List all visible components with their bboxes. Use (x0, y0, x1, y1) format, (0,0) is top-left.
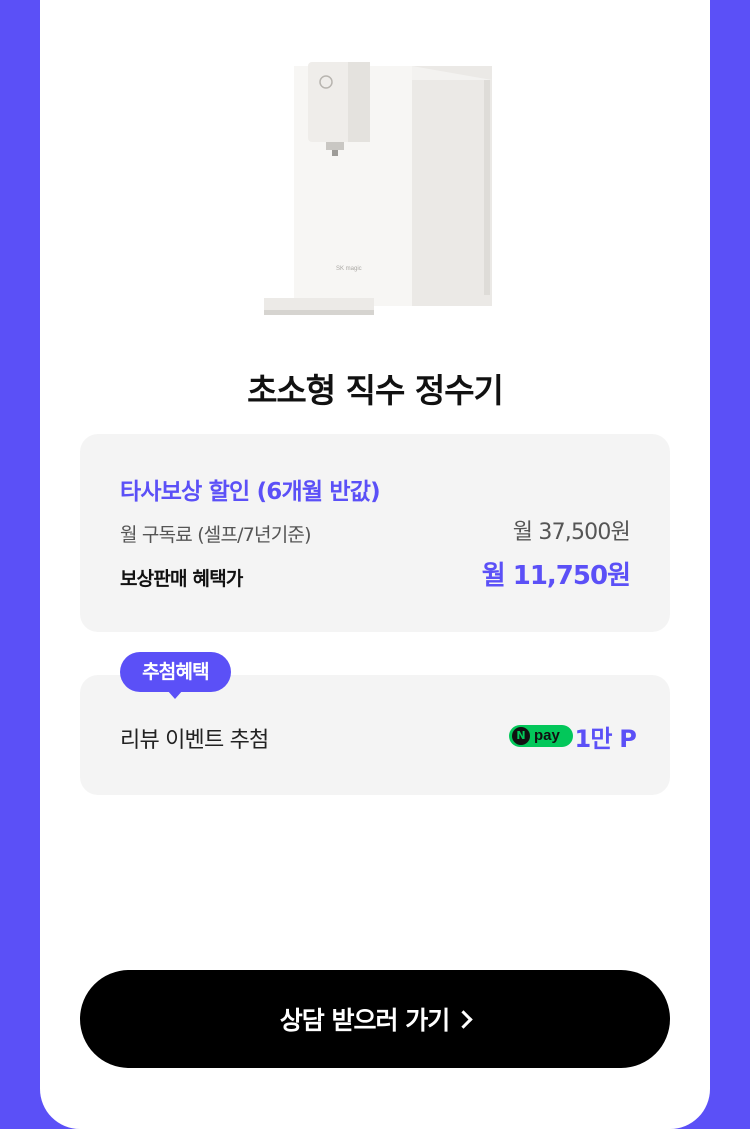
consultation-button-label: 상담 받으러 가기 (279, 1006, 450, 1035)
product-card: SK magic 초소형 직수 정수기 타사보상 할인 (6개월 반값) 월 구… (40, 0, 710, 1129)
consultation-button[interactable]: 상담 받으러 가기 (80, 970, 670, 1068)
water-purifier-image: SK magic (264, 62, 492, 315)
trade-in-discount-box: 타사보상 할인 (6개월 반값) 월 구독료 (셀프/7년기준) 월 37,50… (80, 434, 670, 632)
npay-logo: N pay (509, 725, 573, 747)
points-reward: 1만 P (574, 725, 636, 753)
monthly-fee-label: 월 구독료 (셀프/7년기준) (120, 524, 312, 546)
monthly-fee-price: 월 37,500원 (512, 520, 631, 545)
badge-pointer (167, 690, 183, 699)
trade-in-heading: 타사보상 할인 (6개월 반값) (120, 479, 381, 505)
npay-n-icon: N (512, 727, 530, 745)
product-title: 초소형 직수 정수기 (247, 371, 504, 410)
review-event-label: 리뷰 이벤트 추첨 (120, 728, 269, 753)
raffle-benefit-badge: 추첨혜택 (120, 652, 231, 692)
chevron-right-icon (454, 1009, 473, 1029)
svg-text:SK magic: SK magic (336, 266, 362, 272)
benefit-price: 월 11,750원 (481, 561, 631, 591)
benefit-price-label: 보상판매 혜택가 (120, 568, 243, 590)
npay-text: pay (534, 727, 560, 744)
